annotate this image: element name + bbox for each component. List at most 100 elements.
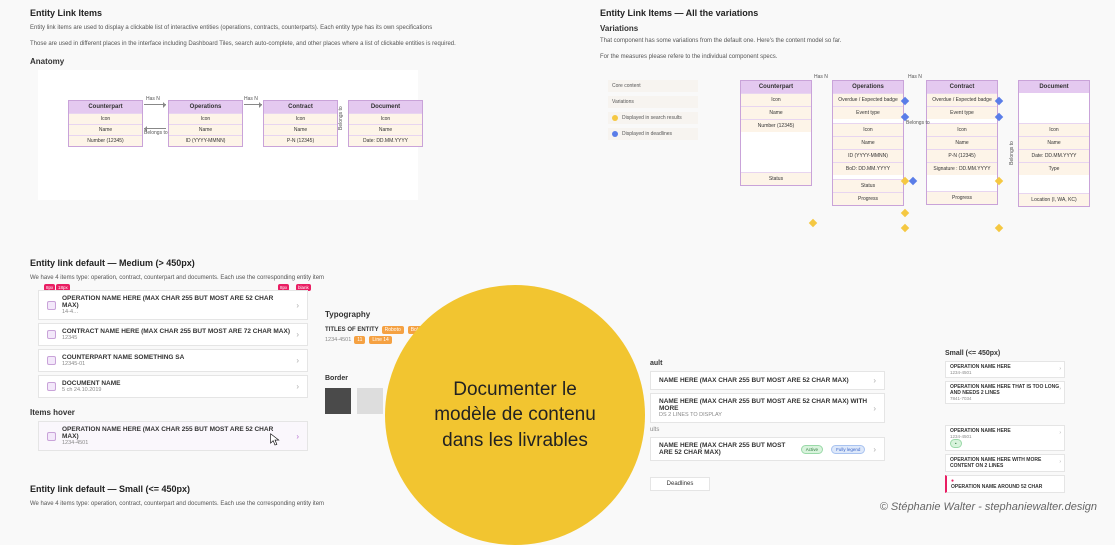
item-name: DOCUMENT NAME [62,380,290,387]
small-variant-column: Small (<= 450px) OPERATION NAME HERE1234… [945,350,1065,496]
box-row: Date: DD.MM.YYYY [1019,149,1089,162]
box-row: P-N (12345) [927,149,997,162]
legend-text: Displayed in search results [622,115,682,121]
legend-text: Core content [612,83,641,89]
overlay-line: Documenter le [453,377,577,403]
link-item-operation[interactable]: OPERATION NAME HERE (MAX CHAR 255 BUT MO… [38,290,308,320]
arrow-label: Has N [814,74,828,80]
item-meta: 1234-4501 [62,440,290,446]
legend: Core content Variations Displayed in sea… [608,80,698,144]
small-link-item[interactable]: OPERATION NAME HERE1234-4501•› [945,425,1065,451]
arrow [144,128,166,129]
item-meta: 12345-01 [62,361,290,367]
link-item[interactable]: NAME HERE (MAX CHAR 255 BUT MOST ARE 52 … [650,371,885,390]
legend-marker-icon [612,131,618,137]
section-desc-1: Entity link items are used to display a … [30,24,510,32]
box-row: Overdue / Expected badge [833,93,903,106]
legend-row: Variations [608,96,698,108]
legend-marker-icon [612,115,618,121]
arrow-label: Has N [146,96,160,102]
typo-sample-meta: 1234-4501 [325,337,351,343]
marker-search-icon [901,224,909,232]
item-name: OPERATION NAME AROUND 52 CHAR [951,484,1060,490]
item-meta: 14-4… [62,309,290,315]
box-row: Event type [927,106,997,119]
chevron-right-icon: › [296,382,299,391]
box-row: Location (I, WA, KC) [1019,193,1089,206]
item-meta: 12345 [62,335,290,341]
medium-sub: We have 4 items type: operation, contrac… [30,274,510,282]
small-link-item[interactable]: OPERATION NAME HERE1234-4501› [945,361,1065,378]
box-row: Progress [927,191,997,204]
link-item-hover[interactable]: OPERATION NAME HERE (MAX CHAR 255 BUT MO… [38,421,308,451]
box-row: Icon [69,113,142,124]
box-row: BoD: DD.MM.YYYY [833,162,903,175]
link-item[interactable]: NAME HERE (MAX CHAR 255 BUT MOST ARE 52 … [650,393,885,423]
deadlines-tab[interactable]: Deadlines [650,477,710,491]
anatomy-box-contract: Contract Icon Name P-N (12345) [263,100,338,147]
box-row: Name [927,136,997,149]
marker-search-icon [901,209,909,217]
link-item-counterpart[interactable]: COUNTERPART NAME SOMETHING SA12345-01 › [38,349,308,372]
small-link-item[interactable]: OPERATION NAME HERE THAT IS TOO LONG AND… [945,381,1065,404]
entity-icon [47,356,56,365]
chevron-right-icon: › [873,404,876,413]
marker-search-icon [809,219,817,227]
item-name: COUNTERPART NAME SOMETHING SA [62,354,290,361]
box-row: Progress [833,192,903,205]
variations-title: Entity Link Items — All the variations [600,8,1100,18]
var-box-counterpart: Counterpart Icon Name Number (12345) Sta… [740,80,812,186]
chevron-right-icon: › [296,330,299,339]
chevron-right-icon: › [296,432,299,441]
box-row: Number (12345) [69,135,142,146]
marker-search-icon [995,224,1003,232]
typo-sample-title: TITLES OF ENTITY [325,327,379,333]
box-row: Number (12345) [741,119,811,132]
results-label: ults [650,427,885,433]
box-row: Type [1019,162,1089,175]
arrow [144,104,166,105]
box-row: Name [349,124,422,135]
legend-text: Displayed in deadlines [622,131,672,137]
copyright-text: © Stéphanie Walter - stephaniewalter.des… [880,501,1097,513]
box-header: Operations [169,101,242,113]
box-row: Icon [169,113,242,124]
chevron-right-icon: › [873,376,876,385]
arrow-label: Belongs to [144,130,168,136]
box-row: Name [1019,136,1089,149]
box-header: Document [349,101,422,113]
right-column: Entity Link Items — All the variations V… [600,8,1100,270]
font-tag: Line 14 [369,336,391,344]
item-name: OPERATION NAME HERE (MAX CHAR 255 BUT MO… [62,295,290,309]
box-row: Icon [264,113,337,124]
anatomy-diagram: Counterpart Icon Name Number (12345) Ope… [38,70,418,200]
item-meta: DS 2 LINES TO DISPLAY [659,412,867,418]
arrow-label: Belongs to [338,106,344,130]
chevron-right-icon: › [1059,386,1061,392]
default-column: ault NAME HERE (MAX CHAR 255 BUT MOST AR… [650,360,885,491]
box-row: Overdue / Expected badge [927,93,997,106]
item-name: OPERATION NAME HERE WITH MORE CONTENT ON… [950,457,1060,469]
link-item-document[interactable]: DOCUMENT NAME5 ch 24.10.2019 › [38,375,308,398]
font-tag: 11 [354,336,365,344]
border-swatch [325,388,351,414]
box-row: Name [264,124,337,135]
small-link-item[interactable]: ●OPERATION NAME AROUND 52 CHAR [945,475,1065,493]
item-meta: 5 ch 24.10.2019 [62,387,290,393]
box-row: Name [169,124,242,135]
link-item-contract[interactable]: CONTRACT NAME HERE (MAX CHAR 255 BUT MOS… [38,323,308,346]
item-name: NAME HERE (MAX CHAR 255 BUT MOST ARE 52 … [659,442,795,456]
entity-icon [47,330,56,339]
box-header: Counterpart [741,81,811,93]
arrow-label: Belongs to [906,120,930,126]
var-desc-1: That component has some variations from … [600,37,1100,45]
entity-icon [47,432,56,441]
small-link-item[interactable]: OPERATION NAME HERE WITH MORE CONTENT ON… [945,454,1065,472]
status-pill: Fully legend [831,445,865,454]
default-col-title: ault [650,360,885,367]
item-name: OPERATION NAME HERE (MAX CHAR 255 BUT MO… [62,426,290,440]
link-item[interactable]: NAME HERE (MAX CHAR 255 BUT MOST ARE 52 … [650,437,885,461]
overlay-callout: Documenter le modèle de contenu dans les… [385,285,645,545]
box-row: Status [741,172,811,185]
variations-diagram: Core content Variations Displayed in sea… [600,70,1100,270]
